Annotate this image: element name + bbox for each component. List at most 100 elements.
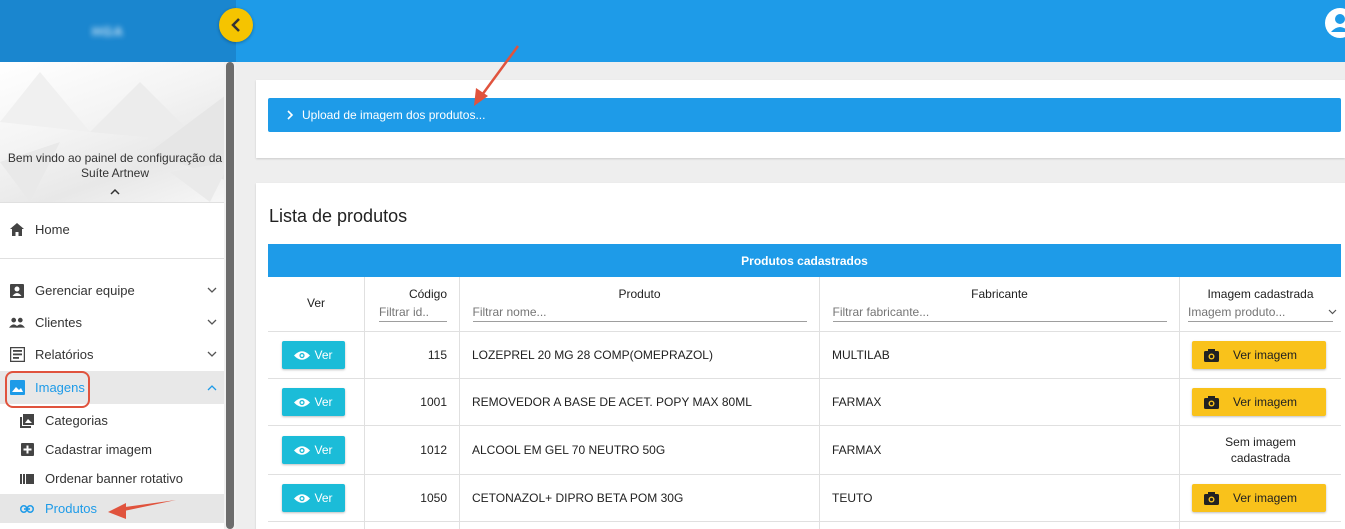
ver-button[interactable]: Ver — [282, 388, 345, 416]
sidebar-item-label: Clientes — [35, 314, 82, 330]
divider — [0, 258, 224, 259]
sidebar-item-home[interactable]: Home — [0, 213, 224, 245]
table-header: Ver Código Filtrar id.. Produto Filtrar … — [268, 277, 1341, 332]
collapse-sidebar-button[interactable] — [219, 8, 253, 42]
divider — [0, 202, 224, 203]
logo: HGA — [92, 24, 124, 39]
upload-card: Upload de imagem dos produtos... — [256, 80, 1345, 158]
sidebar-subitem-label: Ordenar banner rotativo — [45, 471, 184, 486]
col-fabricante: Fabricante Filtrar fabricante... — [820, 277, 1180, 331]
col-codigo: Código Filtrar id.. — [365, 277, 460, 331]
chevron-down-icon — [207, 351, 217, 357]
cell-produto — [460, 522, 820, 529]
sidebar-subitem-cadastrar-imagem[interactable]: Cadastrar imagem — [0, 435, 224, 464]
produto-value: REMOVEDOR A BASE DE ACET. POPY MAX 80ML — [472, 395, 752, 409]
account-icon[interactable] — [1325, 8, 1345, 38]
camera-icon — [1204, 348, 1219, 362]
sidebar: Bem vindo ao painel de configuração da S… — [0, 62, 236, 529]
sidebar-subitem-label: Cadastrar imagem — [45, 442, 152, 457]
people-icon — [9, 314, 25, 330]
col-ver-label: Ver — [306, 296, 325, 310]
col-ver: Ver — [268, 277, 365, 331]
sidebar-item-gerenciar-equipe[interactable]: Gerenciar equipe — [0, 274, 224, 306]
table-row: Ver 115 LOZEPREL 20 MG 28 COMP(OMEPRAZOL… — [268, 332, 1341, 379]
upload-expander[interactable]: Upload de imagem dos produtos... — [268, 98, 1341, 132]
sidebar-header: HGA — [0, 0, 236, 62]
cell-imagem: Ver imagem — [1180, 475, 1341, 521]
filter-imagem-value: Imagem produto... — [1188, 305, 1286, 319]
sidebar-subitem-produtos[interactable]: Produtos — [0, 494, 224, 523]
upload-label: Upload de imagem dos produtos... — [302, 108, 486, 122]
fabricante-value: FARMAX — [832, 395, 882, 409]
cell-ver: Ver — [268, 332, 365, 378]
welcome-message: Bem vindo ao painel de configuração da S… — [0, 151, 230, 181]
ver-button-label: Ver — [314, 395, 333, 409]
cell-codigo — [365, 522, 460, 529]
ver-button-label: Ver — [314, 443, 333, 457]
ver-imagem-label: Ver imagem — [1233, 348, 1298, 362]
cell-ver — [268, 522, 365, 529]
sidebar-item-relatorios[interactable]: Relatórios — [0, 338, 224, 370]
ver-imagem-button[interactable]: Ver imagem — [1192, 484, 1326, 512]
table-row — [268, 522, 1341, 529]
ver-button[interactable]: Ver — [282, 484, 345, 512]
filter-fabricante-input[interactable]: Filtrar fabricante... — [832, 305, 1167, 322]
sidebar-subitem-categorias[interactable]: Categorias — [0, 406, 224, 435]
cell-produto: CETONAZOL+ DIPRO BETA POM 30G — [460, 475, 820, 521]
ver-button-label: Ver — [314, 348, 333, 362]
col-codigo-label: Código — [408, 287, 447, 301]
add-box-icon — [20, 443, 34, 457]
cell-imagem: Ver imagem — [1180, 332, 1341, 378]
table-row: Ver 1050 CETONAZOL+ DIPRO BETA POM 30G T… — [268, 475, 1341, 522]
hero-background-pattern — [0, 72, 230, 202]
cell-imagem: Ver imagem — [1180, 379, 1341, 425]
sidebar-item-label: Relatórios — [35, 346, 94, 362]
codigo-value: 115 — [427, 348, 447, 362]
chevron-down-icon — [1328, 309, 1337, 315]
chevron-down-icon — [207, 319, 217, 325]
products-card: Lista de produtos Produtos cadastrados V… — [256, 183, 1345, 529]
view-array-icon — [20, 472, 34, 486]
produto-value: CETONAZOL+ DIPRO BETA POM 30G — [472, 491, 684, 505]
cell-ver: Ver — [268, 426, 365, 474]
cell-ver: Ver — [268, 475, 365, 521]
cell-fabricante: MULTILAB — [820, 332, 1180, 378]
cell-fabricante: FARMAX — [820, 426, 1180, 474]
col-produto: Produto Filtrar nome... — [460, 277, 820, 331]
sidebar-item-clientes[interactable]: Clientes — [0, 306, 224, 338]
ver-button[interactable]: Ver — [282, 341, 345, 369]
codigo-value: 1050 — [420, 491, 447, 505]
report-icon — [9, 346, 25, 362]
camera-icon — [1204, 491, 1219, 505]
codigo-value: 1012 — [420, 443, 447, 457]
col-imagem-label: Imagem cadastrada — [1207, 287, 1314, 301]
sidebar-scrollbar[interactable] — [226, 62, 234, 529]
cell-fabricante — [820, 522, 1180, 529]
ver-button[interactable]: Ver — [282, 436, 345, 464]
cell-produto: REMOVEDOR A BASE DE ACET. POPY MAX 80ML — [460, 379, 820, 425]
no-image-text: Sem imagem cadastrada — [1180, 434, 1341, 466]
cell-ver: Ver — [268, 379, 365, 425]
cell-imagem — [1180, 522, 1341, 529]
fabricante-value: MULTILAB — [832, 348, 890, 362]
sidebar-subitem-ordenar-banner[interactable]: Ordenar banner rotativo — [0, 464, 224, 493]
link-icon — [20, 502, 34, 516]
sidebar-item-label: Gerenciar equipe — [35, 282, 135, 298]
cell-produto: ALCOOL EM GEL 70 NEUTRO 50G — [460, 426, 820, 474]
ver-imagem-button[interactable]: Ver imagem — [1192, 388, 1326, 416]
home-icon — [9, 221, 25, 237]
filter-imagem-select[interactable]: Imagem produto... — [1188, 305, 1337, 322]
cell-produto: LOZEPREL 20 MG 28 COMP(OMEPRAZOL) — [460, 332, 820, 378]
ver-imagem-button[interactable]: Ver imagem — [1192, 341, 1326, 369]
chevron-up-icon[interactable] — [108, 187, 122, 197]
filter-produto-input[interactable]: Filtrar nome... — [472, 305, 807, 322]
camera-icon — [1204, 395, 1219, 409]
col-imagem: Imagem cadastrada Imagem produto... — [1180, 277, 1341, 331]
table-caption: Produtos cadastrados — [268, 244, 1341, 277]
cell-fabricante: TEUTO — [820, 475, 1180, 521]
table-row: Ver 1012 ALCOOL EM GEL 70 NEUTRO 50G FAR… — [268, 426, 1341, 475]
eye-icon — [294, 493, 311, 503]
chevron-up-icon — [207, 384, 217, 390]
table-row: Ver 1001 REMOVEDOR A BASE DE ACET. POPY … — [268, 379, 1341, 426]
filter-codigo-input[interactable]: Filtrar id.. — [379, 305, 447, 322]
